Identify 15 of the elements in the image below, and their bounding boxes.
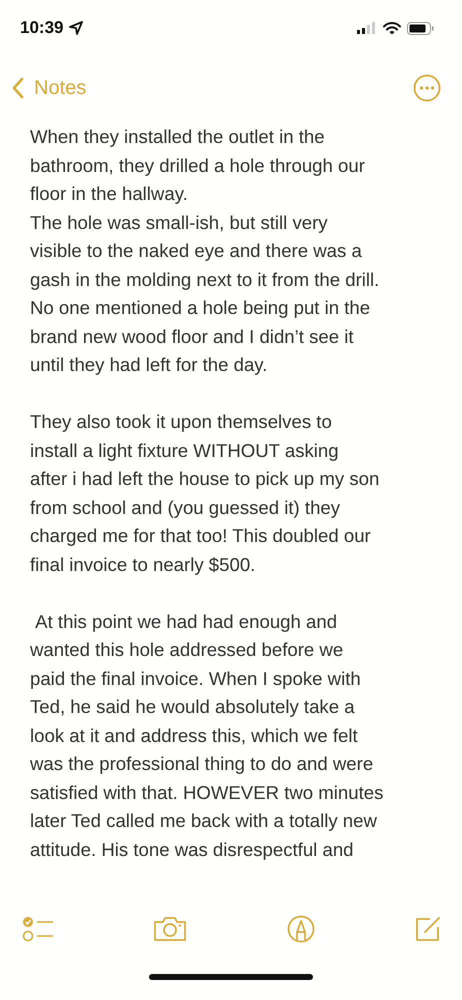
camera-icon[interactable]: [153, 916, 188, 942]
back-button[interactable]: Notes: [12, 76, 86, 100]
chevron-left-icon: [12, 77, 24, 99]
signal-icon: [357, 22, 377, 34]
battery-icon: [407, 22, 434, 34]
note-paragraph: They also took it upon themselves to install a light fixture WITHOUT asking after i had left the house to pick up my son from school and (you guessed it) they charged me for that too! This doubled our final invoice to nearly $500.: [30, 410, 380, 577]
pen-markup-icon[interactable]: [286, 915, 315, 943]
wifi-icon: [383, 22, 401, 34]
note-paragraph: At this point we had had enough and wanted this hole addressed before we paid the final invoice. When I spoke with Ted, he said he would absolutely take a look at it and address this, which we felt was the professional thing to do and were satisfied with that. HOWEVER two minutes later Ted called me back with a totally new attitude. His tone was disrespectful and: [30, 610, 384, 862]
more-icon[interactable]: [413, 74, 441, 102]
checklist-icon[interactable]: [22, 916, 54, 942]
compose-icon[interactable]: [414, 915, 442, 943]
note-paragraph: When they installed the outlet in the bathroom, they drilled a hole through our floor in the hallway. The hole was small-ish, but still very visible to the naked eye and there was a gash in the molding next to it from the drill. No one mentioned a hole being put in the brand new wood floor and I didn’t see it until they had left for the day.: [30, 125, 380, 377]
location-arrow-icon: [69, 21, 84, 35]
status-time: 10:39: [20, 18, 64, 38]
